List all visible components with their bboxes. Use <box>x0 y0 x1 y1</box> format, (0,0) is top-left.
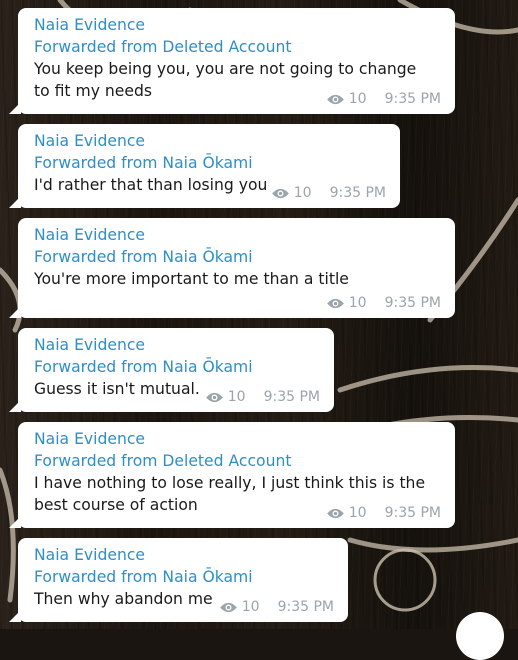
view-count: 10 <box>227 389 246 405</box>
message-text: You're more important to me than a title <box>34 270 349 288</box>
forwarded-from[interactable]: Forwarded from Naia Ōkami <box>34 152 387 174</box>
eye-icon <box>271 188 289 198</box>
sender-name[interactable]: Naia Evidence <box>34 428 442 450</box>
message-time: 9:35 PM <box>384 91 441 107</box>
message-meta: 10 9:35 PM <box>326 91 441 107</box>
eye-icon <box>326 508 344 518</box>
message-meta: 10 9:35 PM <box>326 295 441 311</box>
message-bubble[interactable]: Naia Evidence Forwarded from Naia Ōkami … <box>18 538 348 622</box>
sender-name[interactable]: Naia Evidence <box>34 544 335 566</box>
message-meta: 10 9:35 PM <box>219 599 334 615</box>
scroll-down-button[interactable] <box>456 612 504 660</box>
message-bubble[interactable]: Naia Evidence Forwarded from Naia Ōkami … <box>18 328 334 412</box>
message-bubble[interactable]: Naia Evidence Forwarded from Naia Ōkami … <box>18 218 455 318</box>
sender-name[interactable]: Naia Evidence <box>34 224 442 246</box>
view-count: 10 <box>348 295 367 311</box>
sender-name[interactable]: Naia Evidence <box>34 130 387 152</box>
eye-icon <box>219 602 237 612</box>
message-meta: 10 9:35 PM <box>271 185 386 201</box>
forwarded-from[interactable]: Forwarded from Naia Ōkami <box>34 566 335 588</box>
eye-icon <box>205 392 223 402</box>
message-meta: 10 9:35 PM <box>326 505 441 521</box>
forwarded-from[interactable]: Forwarded from Naia Ōkami <box>34 356 321 378</box>
message-bubble[interactable]: Naia Evidence Forwarded from Deleted Acc… <box>18 8 455 114</box>
forwarded-from[interactable]: Forwarded from Naia Ōkami <box>34 246 442 268</box>
forwarded-from[interactable]: Forwarded from Deleted Account <box>34 36 442 58</box>
message-time: 9:35 PM <box>384 505 441 521</box>
view-count: 10 <box>348 505 367 521</box>
eye-icon <box>326 94 344 104</box>
message-time: 9:35 PM <box>263 389 320 405</box>
view-count: 10 <box>293 185 312 201</box>
message-meta: 10 9:35 PM <box>205 389 320 405</box>
message-bubble[interactable]: Naia Evidence Forwarded from Naia Ōkami … <box>18 124 400 208</box>
message-time: 9:35 PM <box>384 295 441 311</box>
message-time: 9:35 PM <box>277 599 334 615</box>
view-count: 10 <box>348 91 367 107</box>
view-count: 10 <box>241 599 260 615</box>
sender-name[interactable]: Naia Evidence <box>34 334 321 356</box>
message-bubble[interactable]: Naia Evidence Forwarded from Deleted Acc… <box>18 422 455 528</box>
forwarded-from[interactable]: Forwarded from Deleted Account <box>34 450 442 472</box>
message-time: 9:35 PM <box>329 185 386 201</box>
eye-icon <box>326 298 344 308</box>
sender-name[interactable]: Naia Evidence <box>34 14 442 36</box>
